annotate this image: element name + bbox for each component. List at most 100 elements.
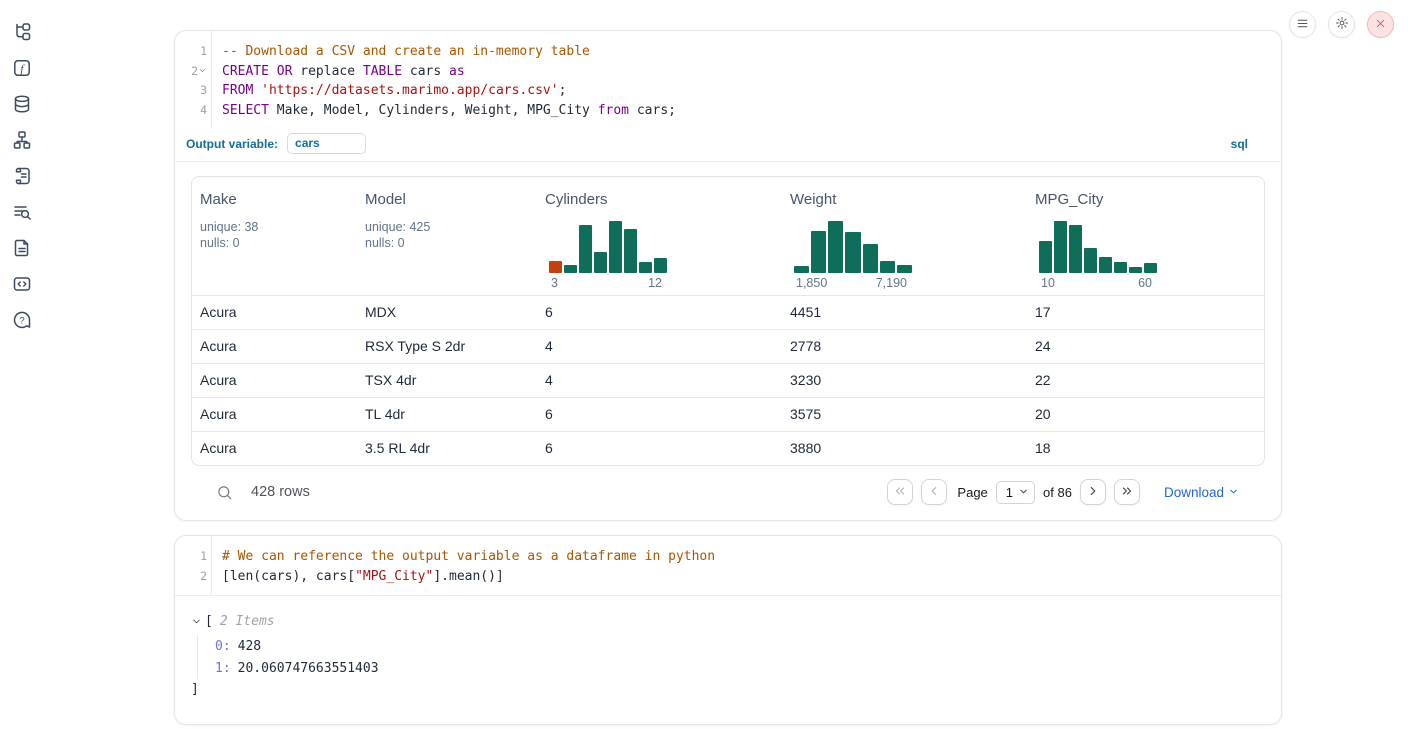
histogram-bar [880,261,895,273]
histogram-bar [639,262,652,273]
hist-max-label: 12 [648,276,662,290]
column-stat: unique: 38 [200,219,349,235]
code-line: SELECT Make, Model, Cylinders, Weight, M… [222,101,1281,121]
table-cell: 3230 [782,364,1027,397]
file-tree-icon[interactable] [11,21,33,43]
line-number: 1 [200,547,207,567]
histogram-bar [594,252,607,273]
histogram-bar [579,225,592,273]
sql-cell-options-row: Output variable: sql [175,129,1281,162]
variables-icon[interactable]: f [11,57,33,79]
notebook: 1 2 3 4 -- Download a CSV and create an … [174,30,1282,725]
hist-max-label: 7,190 [876,276,907,290]
tree-entry-value: 20.060747663551403 [238,661,379,676]
table-cell: Acura [192,364,357,397]
download-button[interactable]: Download [1164,485,1239,500]
mpg-city-histogram: 1060 [1039,221,1157,290]
line-number: 2 [191,62,198,82]
tree-items-count: 2 Items [220,614,275,629]
line-number: 4 [200,101,207,121]
table-cell: 20 [1027,398,1264,431]
first-page-button[interactable] [887,479,913,505]
column-stat: nulls: 0 [200,235,349,251]
page-count-label: of 86 [1043,485,1072,500]
cylinders-histogram: 3 12 [549,221,667,290]
documentation-icon[interactable] [11,237,33,259]
column-name: Make [200,191,349,208]
histogram-bar [1054,221,1067,273]
table-cell: MDX [357,296,537,329]
column-name: Model [365,191,529,208]
code-line: -- Download a CSV and create an in-memor… [222,42,1281,62]
column-header-make[interactable]: Make unique: 38nulls: 0 [192,191,357,290]
table-cell: 17 [1027,296,1264,329]
line-number: 2 [200,567,207,587]
column-stat: nulls: 0 [365,235,529,251]
histogram-bar [1084,248,1097,273]
column-stat: unique: 425 [365,219,529,235]
topbar [1289,11,1394,38]
table-cell: Acura [192,432,357,465]
table-cell: RSX Type S 2dr [357,330,537,363]
logs-icon[interactable] [11,165,33,187]
table-header: Make unique: 38nulls: 0 Model unique: 42… [192,177,1264,295]
previous-page-button[interactable] [921,479,947,505]
line-number: 1 [200,42,207,62]
snippets-icon[interactable] [11,273,33,295]
histogram-bar [1144,263,1157,273]
histogram-bar [863,244,878,273]
python-output: [ 2 Items 0: 428 1: 20.060747663551403 ] [175,595,1281,724]
python-line-numbers: 1 2 [175,536,211,595]
table-cell: 4451 [782,296,1027,329]
tree-open-bracket: [ [205,614,213,629]
sql-editor[interactable]: 1 2 3 4 -- Download a CSV and create an … [175,31,1281,129]
dependency-graph-icon[interactable] [11,129,33,151]
hist-min-label: 3 [551,276,558,290]
table-cell: TL 4dr [357,398,537,431]
settings-button[interactable] [1328,11,1355,38]
chevron-down-icon [1228,485,1239,500]
gear-icon [1335,16,1349,33]
left-sidebar: f ? [0,0,44,331]
histogram-bar [609,221,622,273]
notebook-menu-button[interactable] [1289,11,1316,38]
tracebacks-icon[interactable] [11,201,33,223]
column-name: MPG_City [1035,191,1256,208]
tree-close-bracket: ] [191,682,1265,702]
output-variable-input[interactable] [287,133,366,154]
column-header-model[interactable]: Model unique: 425nulls: 0 [357,191,537,290]
search-icon[interactable] [215,483,233,501]
language-badge[interactable]: sql [1231,137,1248,151]
column-header-cylinders[interactable]: Cylinders 312 [537,191,782,290]
table-cell: 22 [1027,364,1264,397]
chevron-right-icon [1086,484,1100,501]
datasources-icon[interactable] [11,93,33,115]
last-page-button[interactable] [1114,479,1140,505]
line-number: 3 [200,81,207,101]
help-icon[interactable]: ? [11,309,33,331]
page-select[interactable]: 1 [996,481,1035,504]
hist-min-label: 1,850 [796,276,827,290]
histogram-bar [811,231,826,273]
tree-entry-key: 1: [215,661,231,676]
table-cell: 4 [537,364,782,397]
next-page-button[interactable] [1080,479,1106,505]
page-label: Page [957,485,987,500]
svg-text:?: ? [19,316,24,327]
table-output: Make unique: 38nulls: 0 Model unique: 42… [175,162,1281,520]
column-header-mpg-city[interactable]: MPG_City 1060 [1027,191,1264,290]
table-cell: 24 [1027,330,1264,363]
python-editor[interactable]: 1 2 # We can reference the output variab… [175,536,1281,595]
fold-chevron-icon[interactable] [198,62,207,82]
chevron-down-icon [1018,485,1029,500]
table-cell: 6 [537,296,782,329]
histogram-bar [624,229,637,273]
table-cell: Acura [192,296,357,329]
pagination: Page 1 of 86 Download [887,479,1239,505]
table-row: AcuraTL 4dr6357520 [192,397,1264,431]
table-cell: 18 [1027,432,1264,465]
tree-collapse-chevron-icon[interactable] [191,616,202,627]
shutdown-button[interactable] [1367,11,1394,38]
column-header-weight[interactable]: Weight 1,850 7,190 [782,191,1027,290]
column-name: Weight [790,191,1019,208]
